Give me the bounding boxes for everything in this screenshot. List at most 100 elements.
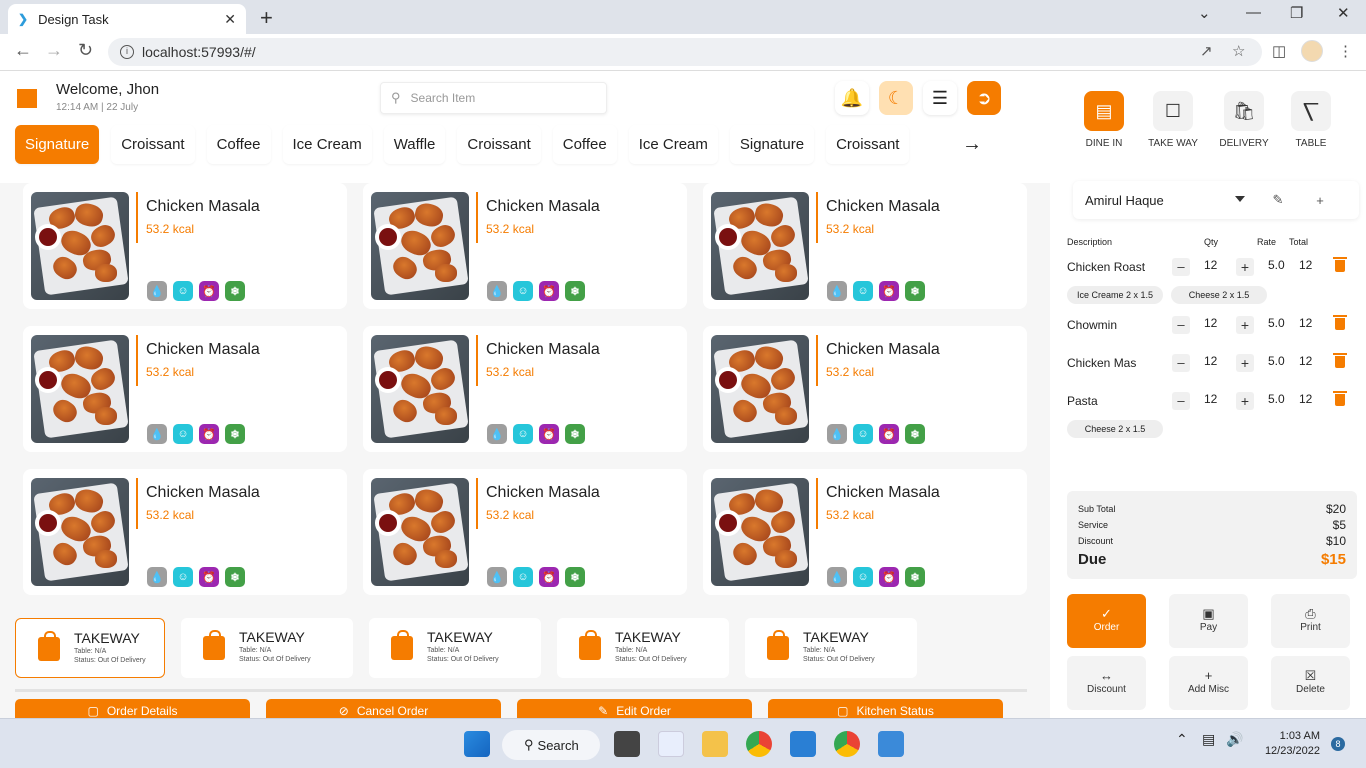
photos-icon[interactable] xyxy=(878,731,904,757)
cart-item-name: Chicken Mas xyxy=(1067,356,1137,370)
mode-take-way[interactable]: ☐ TAKE WAY xyxy=(1138,91,1208,149)
delete-button[interactable]: ☒ Delete xyxy=(1271,656,1350,710)
back-icon[interactable]: ← xyxy=(14,40,32,61)
card-accent-bar xyxy=(476,478,478,529)
add-customer-button[interactable]: + xyxy=(1308,188,1332,212)
trash-icon[interactable] xyxy=(1333,315,1347,330)
decrement-button[interactable]: – xyxy=(1172,316,1190,334)
mode-dine-in[interactable]: ▤ DINE IN xyxy=(1069,91,1139,149)
category-tab[interactable]: Coffee xyxy=(206,125,271,164)
pay-label: Print xyxy=(1300,622,1321,633)
reload-icon[interactable]: ↻ xyxy=(78,40,93,61)
mode-table[interactable]: ⎲ TABLE xyxy=(1276,91,1346,149)
chrome-active-icon[interactable] xyxy=(834,731,860,757)
share-icon[interactable]: ↗ xyxy=(1200,42,1213,60)
print-button[interactable]: ⎙ Print xyxy=(1271,594,1350,648)
menu-item-card[interactable]: Chicken Masala 53.2 kcal 💧 ☺ ⏰ ❄ xyxy=(703,183,1027,309)
profile-avatar[interactable] xyxy=(1301,40,1323,62)
order-card[interactable]: TAKEWAY Table: N/A Status: Out Of Delivery xyxy=(557,618,729,678)
discount-button[interactable]: ↔ Discount xyxy=(1067,656,1146,710)
decrement-button[interactable]: – xyxy=(1172,354,1190,372)
category-tab[interactable]: Croissant xyxy=(111,125,195,164)
order-card[interactable]: TAKEWAY Table: N/A Status: Out Of Delivery xyxy=(369,618,541,678)
menu-item-card[interactable]: Chicken Masala 53.2 kcal 💧 ☺ ⏰ ❄ xyxy=(23,183,347,309)
trash-icon[interactable] xyxy=(1333,353,1347,368)
new-tab-icon[interactable]: + xyxy=(260,5,273,31)
tray-chevron-icon[interactable]: ⌃ xyxy=(1176,731,1188,748)
service-label: Service xyxy=(1078,520,1109,530)
category-tab[interactable]: Signature xyxy=(15,125,100,164)
order-card[interactable]: TAKEWAY Table: N/A Status: Out Of Delivery xyxy=(745,618,917,678)
taskbar-clock[interactable]: 1:03 AM 12/23/2022 xyxy=(1258,729,1320,759)
minimize-icon[interactable]: — xyxy=(1246,4,1261,21)
search-input[interactable]: ⚲ Search Item xyxy=(380,82,607,114)
menu-item-card[interactable]: Chicken Masala 53.2 kcal 💧 ☺ ⏰ ❄ xyxy=(703,469,1027,595)
category-next-arrow-icon[interactable]: → xyxy=(962,133,982,156)
site-info-icon[interactable]: i xyxy=(120,45,134,59)
add-misc-button[interactable]: + Add Misc xyxy=(1169,656,1248,710)
logout-button[interactable]: ➲ xyxy=(967,81,1001,115)
sauce-bowl xyxy=(715,367,741,393)
mode-label: DINE IN xyxy=(1085,138,1123,149)
cart-row: Chicken Mas –12 +5.0 12 xyxy=(1067,353,1357,374)
addon-chip: Ice Creame 2 x 1.5 xyxy=(1067,286,1163,304)
menu-item-card[interactable]: Chicken Masala 53.2 kcal 💧 ☺ ⏰ ❄ xyxy=(703,326,1027,452)
task-view-icon[interactable] xyxy=(614,731,640,757)
increment-button[interactable]: + xyxy=(1236,354,1254,372)
alarm-icon: ⏰ xyxy=(879,567,899,587)
close-window-icon[interactable]: ✕ xyxy=(1337,4,1350,22)
cart-rate: 5.0 xyxy=(1268,354,1285,368)
col-description: Description xyxy=(1067,237,1113,247)
menu-item-card[interactable]: Chicken Masala 53.2 kcal 💧 ☺ ⏰ ❄ xyxy=(23,326,347,452)
browser-tab[interactable]: ❯ Design Task ✕ xyxy=(8,4,246,34)
menu-item-card[interactable]: Chicken Masala 53.2 kcal 💧 ☺ ⏰ ❄ xyxy=(23,469,347,595)
trash-icon[interactable] xyxy=(1333,391,1347,406)
side-panel-icon[interactable]: ◫ xyxy=(1272,42,1286,60)
increment-button[interactable]: + xyxy=(1236,258,1254,276)
category-tab[interactable]: Signature xyxy=(729,125,815,164)
order-card[interactable]: TAKEWAY Table: N/A Status: Out Of Delivery xyxy=(181,618,353,678)
word-icon[interactable] xyxy=(658,731,684,757)
start-icon[interactable] xyxy=(464,731,490,757)
file-explorer-icon[interactable] xyxy=(702,731,728,757)
alarm-icon: ⏰ xyxy=(539,424,559,444)
category-tab[interactable]: Croissant xyxy=(826,125,910,164)
increment-button[interactable]: + xyxy=(1236,392,1254,410)
network-icon[interactable]: ▤ xyxy=(1202,731,1215,748)
vscode-icon[interactable] xyxy=(790,731,816,757)
category-tab[interactable]: Coffee xyxy=(552,125,617,164)
increment-button[interactable]: + xyxy=(1236,316,1254,334)
menu-dots-icon[interactable]: ⋮ xyxy=(1338,42,1353,60)
url-field[interactable]: i localhost:57993/#/ xyxy=(108,38,1262,66)
customer-select[interactable]: Amirul Haque xyxy=(1085,187,1255,213)
order-status-text: Status: Out Of Delivery xyxy=(239,656,311,663)
mode-delivery[interactable]: 🛍 DELIVERY xyxy=(1209,91,1279,149)
decrement-button[interactable]: – xyxy=(1172,392,1190,410)
notification-badge[interactable]: 8 xyxy=(1331,737,1345,751)
forward-icon[interactable]: → xyxy=(45,40,63,61)
menu-button[interactable]: ☰ xyxy=(923,81,957,115)
restore-icon[interactable]: ❐ xyxy=(1290,4,1303,22)
volume-icon[interactable]: 🔊 xyxy=(1226,731,1243,748)
taskbar-search[interactable]: ⚲ Search xyxy=(502,730,600,760)
tab-search-icon[interactable]: ⌄ xyxy=(1198,4,1211,22)
dark-mode-button[interactable]: ☾ xyxy=(879,81,913,115)
edit-customer-button[interactable]: ✎ xyxy=(1266,188,1290,212)
chrome-icon[interactable] xyxy=(746,731,772,757)
menu-item-card[interactable]: Chicken Masala 53.2 kcal 💧 ☺ ⏰ ❄ xyxy=(363,326,687,452)
trash-icon[interactable] xyxy=(1333,257,1347,272)
close-tab-icon[interactable]: ✕ xyxy=(224,11,236,28)
notification-bell-button[interactable]: 🔔 xyxy=(835,81,869,115)
pay-button[interactable]: ▣ Pay xyxy=(1169,594,1248,648)
order-card[interactable]: TAKEWAY Table: N/A Status: Out Of Delivery xyxy=(15,618,165,678)
category-tab[interactable]: Waffle xyxy=(383,125,446,164)
menu-item-card[interactable]: Chicken Masala 53.2 kcal 💧 ☺ ⏰ ❄ xyxy=(363,469,687,595)
pencil-icon: ✎ xyxy=(1272,192,1284,207)
category-tab[interactable]: Ice Cream xyxy=(282,125,372,164)
category-tab[interactable]: Ice Cream xyxy=(628,125,718,164)
category-tab[interactable]: Croissant xyxy=(457,125,541,164)
menu-item-card[interactable]: Chicken Masala 53.2 kcal 💧 ☺ ⏰ ❄ xyxy=(363,183,687,309)
order-button[interactable]: ✓ Order xyxy=(1067,594,1146,648)
decrement-button[interactable]: – xyxy=(1172,258,1190,276)
bookmark-star-icon[interactable]: ☆ xyxy=(1232,42,1245,60)
